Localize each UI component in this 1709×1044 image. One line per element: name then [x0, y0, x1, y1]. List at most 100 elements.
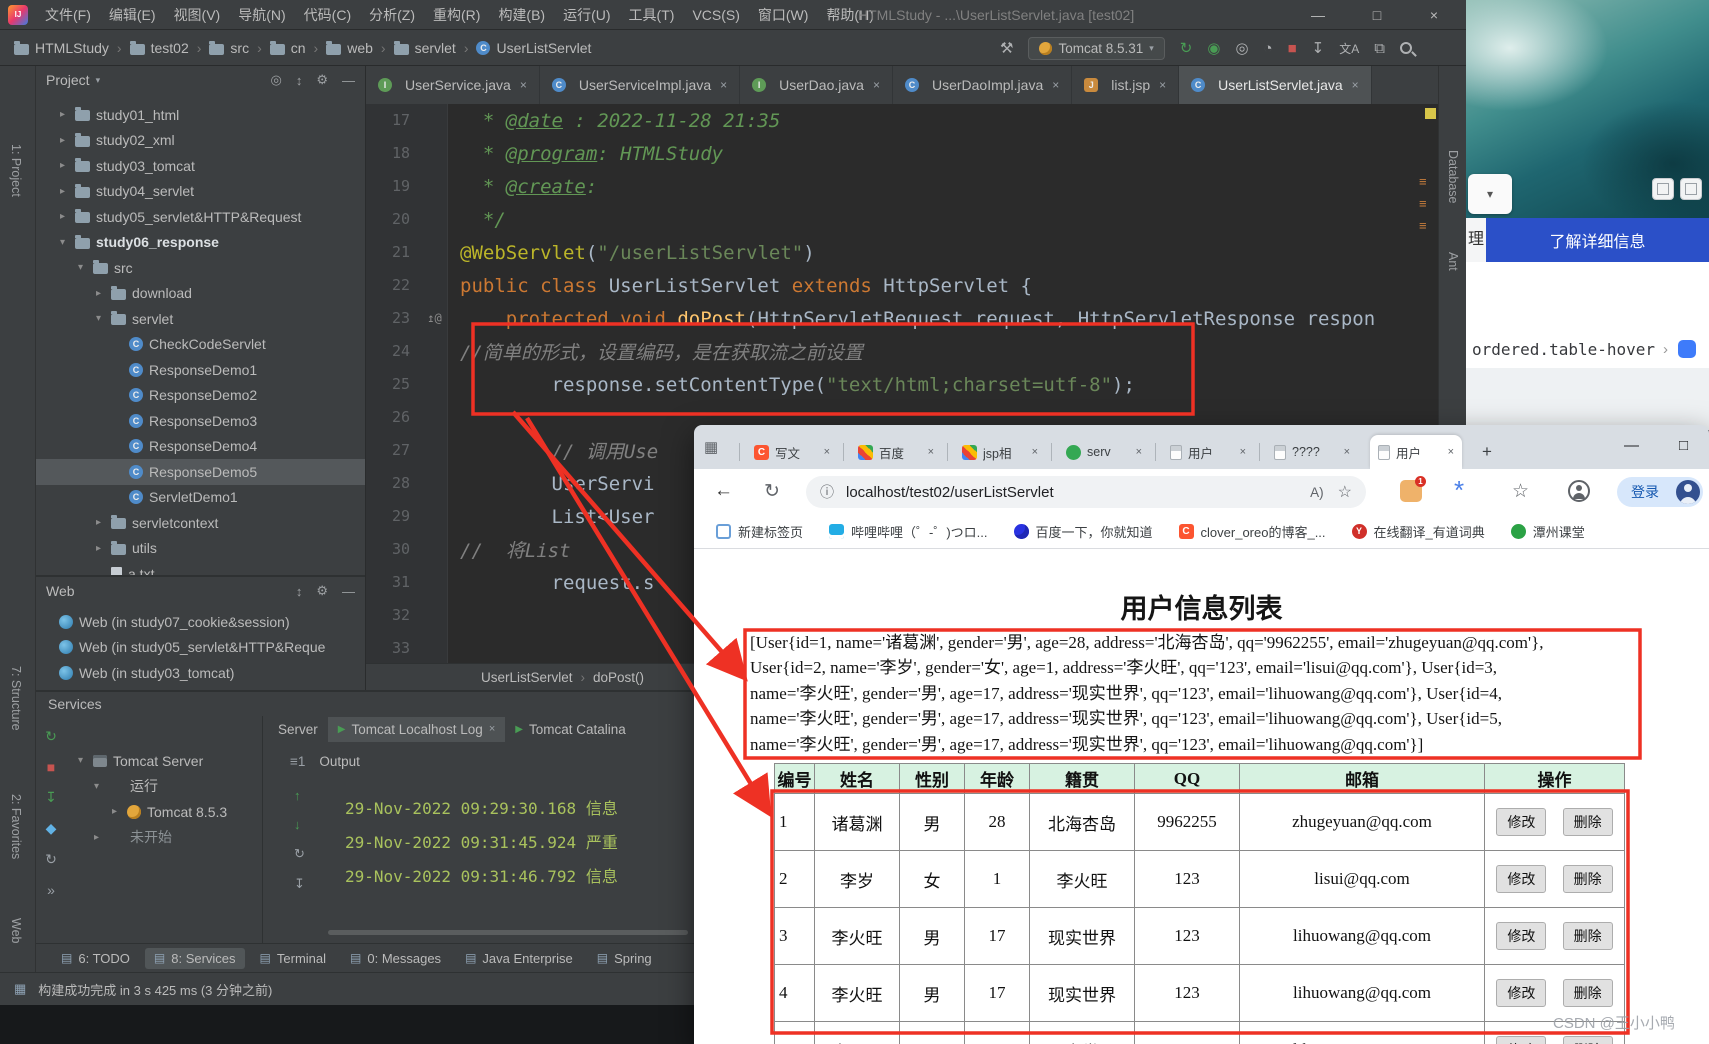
menu-item[interactable]: 分析(Z) — [360, 5, 424, 25]
delete-button[interactable]: 删除 — [1563, 922, 1613, 950]
breadcrumb-item[interactable]: UserListServlet — [476, 40, 591, 56]
close-tab-icon[interactable]: × — [1052, 78, 1059, 92]
project-tree-item[interactable]: ▾ servlet — [36, 306, 365, 332]
project-tree-item[interactable]: a.txt — [36, 561, 365, 575]
project-tree-item[interactable]: ▸ study02_xml — [36, 128, 365, 154]
edit-button[interactable]: 修改 — [1496, 979, 1546, 1007]
tab-actions-icon[interactable]: ▦ — [704, 438, 718, 456]
services-tree-item[interactable]: ▾ Tomcat Server — [70, 748, 260, 774]
debug-icon[interactable]: ◉ — [1207, 39, 1220, 57]
expand-arrow-icon[interactable]: ▸ — [60, 135, 75, 146]
gutter-marker-icon[interactable] — [422, 632, 448, 663]
close-tab-icon[interactable]: × — [1344, 446, 1350, 458]
gutter-marker-icon[interactable] — [422, 236, 448, 269]
browser-tab[interactable]: 百度 × — [850, 435, 942, 469]
coverage-icon[interactable]: ◎ — [1235, 39, 1248, 57]
window-thumb-icon[interactable] — [1652, 178, 1674, 200]
expand-arrow-icon[interactable]: ▾ — [78, 262, 93, 273]
more-icon[interactable]: » — [47, 882, 55, 898]
search-icon[interactable] — [1400, 42, 1412, 54]
project-tree-item[interactable]: ▸ study04_servlet — [36, 179, 365, 205]
hide-panel-icon[interactable]: — — [342, 584, 355, 599]
services-tree-item[interactable]: ▸ Tomcat 8.5.3 — [70, 799, 260, 825]
expand-arrow-icon[interactable]: ▸ — [112, 806, 127, 817]
breadcrumb-class[interactable]: UserListServlet — [481, 670, 573, 685]
tool-window-button[interactable]: 1: Project — [9, 144, 23, 197]
close-tab-icon[interactable]: × — [873, 78, 880, 92]
share-icon[interactable] — [1678, 340, 1696, 358]
menu-item[interactable]: 运行(U) — [554, 5, 619, 25]
services-grid-icon[interactable]: ◆ — [46, 820, 57, 837]
more-info-button[interactable]: 了解详细信息 — [1486, 218, 1709, 262]
breadcrumb-item[interactable]: src — [209, 40, 269, 56]
menu-item[interactable]: 重构(R) — [424, 5, 489, 25]
editor-tab[interactable]: UserListServlet.java × — [1179, 66, 1372, 104]
scroll-end-icon[interactable]: ↧ — [294, 876, 305, 892]
sync-icon[interactable]: ↻ — [45, 851, 57, 868]
services-tree-item[interactable]: ▸ 未开始 — [70, 825, 260, 851]
gutter-marker-icon[interactable] — [422, 170, 448, 203]
gutter-marker-icon[interactable] — [422, 566, 448, 599]
web-config-item[interactable]: Web (in study05_servlet&HTTP&Reque — [36, 635, 365, 661]
browser-tab[interactable]: 写文 × — [746, 435, 838, 469]
gutter-marker-icon[interactable] — [422, 533, 448, 566]
hide-panel-icon[interactable]: — — [342, 73, 355, 88]
bookmark-item[interactable]: clover_oreo的博客_... — [1179, 522, 1326, 541]
gutter-marker-icon[interactable] — [422, 500, 448, 533]
expand-arrow-icon[interactable]: ▸ — [60, 186, 75, 197]
collapse-all-icon[interactable]: ↕ — [296, 584, 303, 599]
delete-button[interactable]: 删除 — [1563, 979, 1613, 1007]
read-aloud-icon[interactable]: A) — [1310, 485, 1324, 500]
expand-arrow-icon[interactable]: ▾ — [60, 237, 75, 248]
console-tab[interactable]: ▶ Server × — [268, 717, 328, 742]
browser-tab[interactable]: ???? × — [1266, 435, 1358, 469]
gutter-marker-icon[interactable]: ↥@ — [422, 302, 448, 335]
editor-tab[interactable]: UserDao.java × — [740, 66, 893, 104]
url-text[interactable]: localhost/test02/userListServlet — [846, 484, 1310, 501]
edit-button[interactable]: 修改 — [1496, 865, 1546, 893]
stop-icon[interactable]: ■ — [1288, 40, 1297, 57]
close-tab-icon[interactable]: × — [928, 446, 934, 458]
console-tab[interactable]: ▶ Tomcat Localhost Log × — [328, 717, 505, 742]
rerun-icon[interactable]: ↻ — [1180, 39, 1193, 57]
expand-arrow-icon[interactable]: ▸ — [60, 109, 75, 120]
tool-window-button[interactable]: Web — [9, 918, 23, 943]
expand-arrow-icon[interactable]: ▸ — [96, 517, 111, 528]
refresh-icon[interactable]: ↻ — [294, 846, 305, 862]
bookmark-item[interactable]: 潭州课堂 — [1511, 522, 1585, 541]
delete-button[interactable]: 删除 — [1563, 865, 1613, 893]
run-config-selector[interactable]: Tomcat 8.5.31 ▾ — [1028, 37, 1164, 60]
menu-item[interactable]: 工具(T) — [620, 5, 684, 25]
edit-button[interactable]: 修改 — [1496, 922, 1546, 950]
down-icon[interactable]: ↓ — [294, 817, 305, 832]
tool-window-tab[interactable]: ▤ Terminal — [251, 948, 335, 969]
breadcrumb-item[interactable]: servlet — [394, 40, 477, 56]
breadcrumb-item[interactable]: cn — [270, 40, 326, 56]
tool-window-button[interactable]: Ant — [1446, 252, 1460, 271]
tool-window-tab[interactable]: ▤ 6: TODO — [52, 948, 139, 969]
close-tab-icon[interactable]: × — [1448, 446, 1454, 458]
gutter-marker-icon[interactable] — [422, 335, 448, 368]
profile-icon[interactable] — [1568, 480, 1590, 502]
refresh-icon[interactable]: ↻ — [45, 728, 57, 745]
favorites-bar-icon[interactable]: ☆ — [1512, 480, 1529, 503]
translate-icon[interactable]: 文A — [1339, 40, 1359, 57]
close-tab-icon[interactable]: × — [1240, 446, 1246, 458]
address-bar[interactable]: ⓘ localhost/test02/userListServlet A) ☆ — [806, 476, 1366, 508]
dropdown-chevron[interactable]: ▾ — [1468, 174, 1512, 214]
window-thumb-icon[interactable] — [1680, 178, 1702, 200]
sign-in-button[interactable]: 登录 — [1617, 477, 1703, 507]
favorite-star-icon[interactable]: ☆ — [1338, 482, 1352, 502]
menu-item[interactable]: VCS(S) — [683, 7, 748, 23]
delete-button[interactable]: 删除 — [1563, 1036, 1613, 1044]
bookmark-item[interactable]: 新建标签页 — [716, 522, 803, 541]
browser-tab[interactable]: jsp相 × — [954, 435, 1046, 469]
project-tree-item[interactable]: ResponseDemo2 — [36, 383, 365, 409]
web-config-item[interactable]: Web (in study07_cookie&session) — [36, 609, 365, 635]
site-info-icon[interactable]: ⓘ — [820, 482, 834, 502]
close-tab-icon[interactable]: × — [520, 78, 527, 92]
minimize-icon[interactable]: — — [1624, 437, 1639, 454]
close-tab-icon[interactable]: × — [1032, 446, 1038, 458]
extension-snowflake-icon[interactable]: * — [1454, 475, 1464, 506]
collapse-all-icon[interactable]: ↕ — [296, 73, 303, 88]
